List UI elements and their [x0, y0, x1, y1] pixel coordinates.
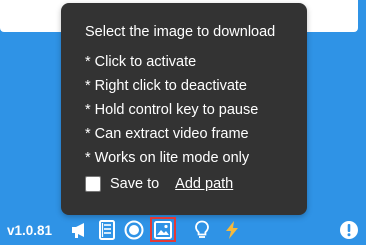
save-to-checkbox[interactable]	[85, 176, 101, 192]
record-icon[interactable]	[123, 219, 145, 241]
lightning-icon[interactable]	[221, 219, 243, 241]
megaphone-icon[interactable]	[69, 219, 91, 241]
image-download-tooltip: Select the image to download * Click to …	[61, 3, 307, 215]
save-to-row: Save to Add path	[85, 176, 307, 192]
version-label: v1.0.81	[7, 223, 53, 238]
tip-click-activate: * Click to activate	[85, 54, 197, 70]
tip-right-click-deactivate: * Right click to deactivate	[85, 78, 247, 94]
image-icon[interactable]	[150, 217, 176, 242]
tip-lite-mode-only: * Works on lite mode only	[85, 150, 250, 166]
bottom-toolbar: v1.0.81	[0, 217, 366, 245]
tooltip-title: Select the image to download	[85, 24, 276, 40]
lightbulb-icon[interactable]	[191, 219, 213, 241]
popup-page: Select the image to download * Click to …	[0, 0, 366, 245]
tip-extract-video-frame: * Can extract video frame	[85, 126, 249, 142]
tip-hold-control-pause: * Hold control key to pause	[85, 102, 259, 118]
add-path-link[interactable]: Add path	[175, 176, 233, 192]
alert-icon[interactable]	[338, 219, 360, 241]
save-to-label: Save to	[110, 176, 160, 192]
document-icon[interactable]	[96, 219, 118, 241]
